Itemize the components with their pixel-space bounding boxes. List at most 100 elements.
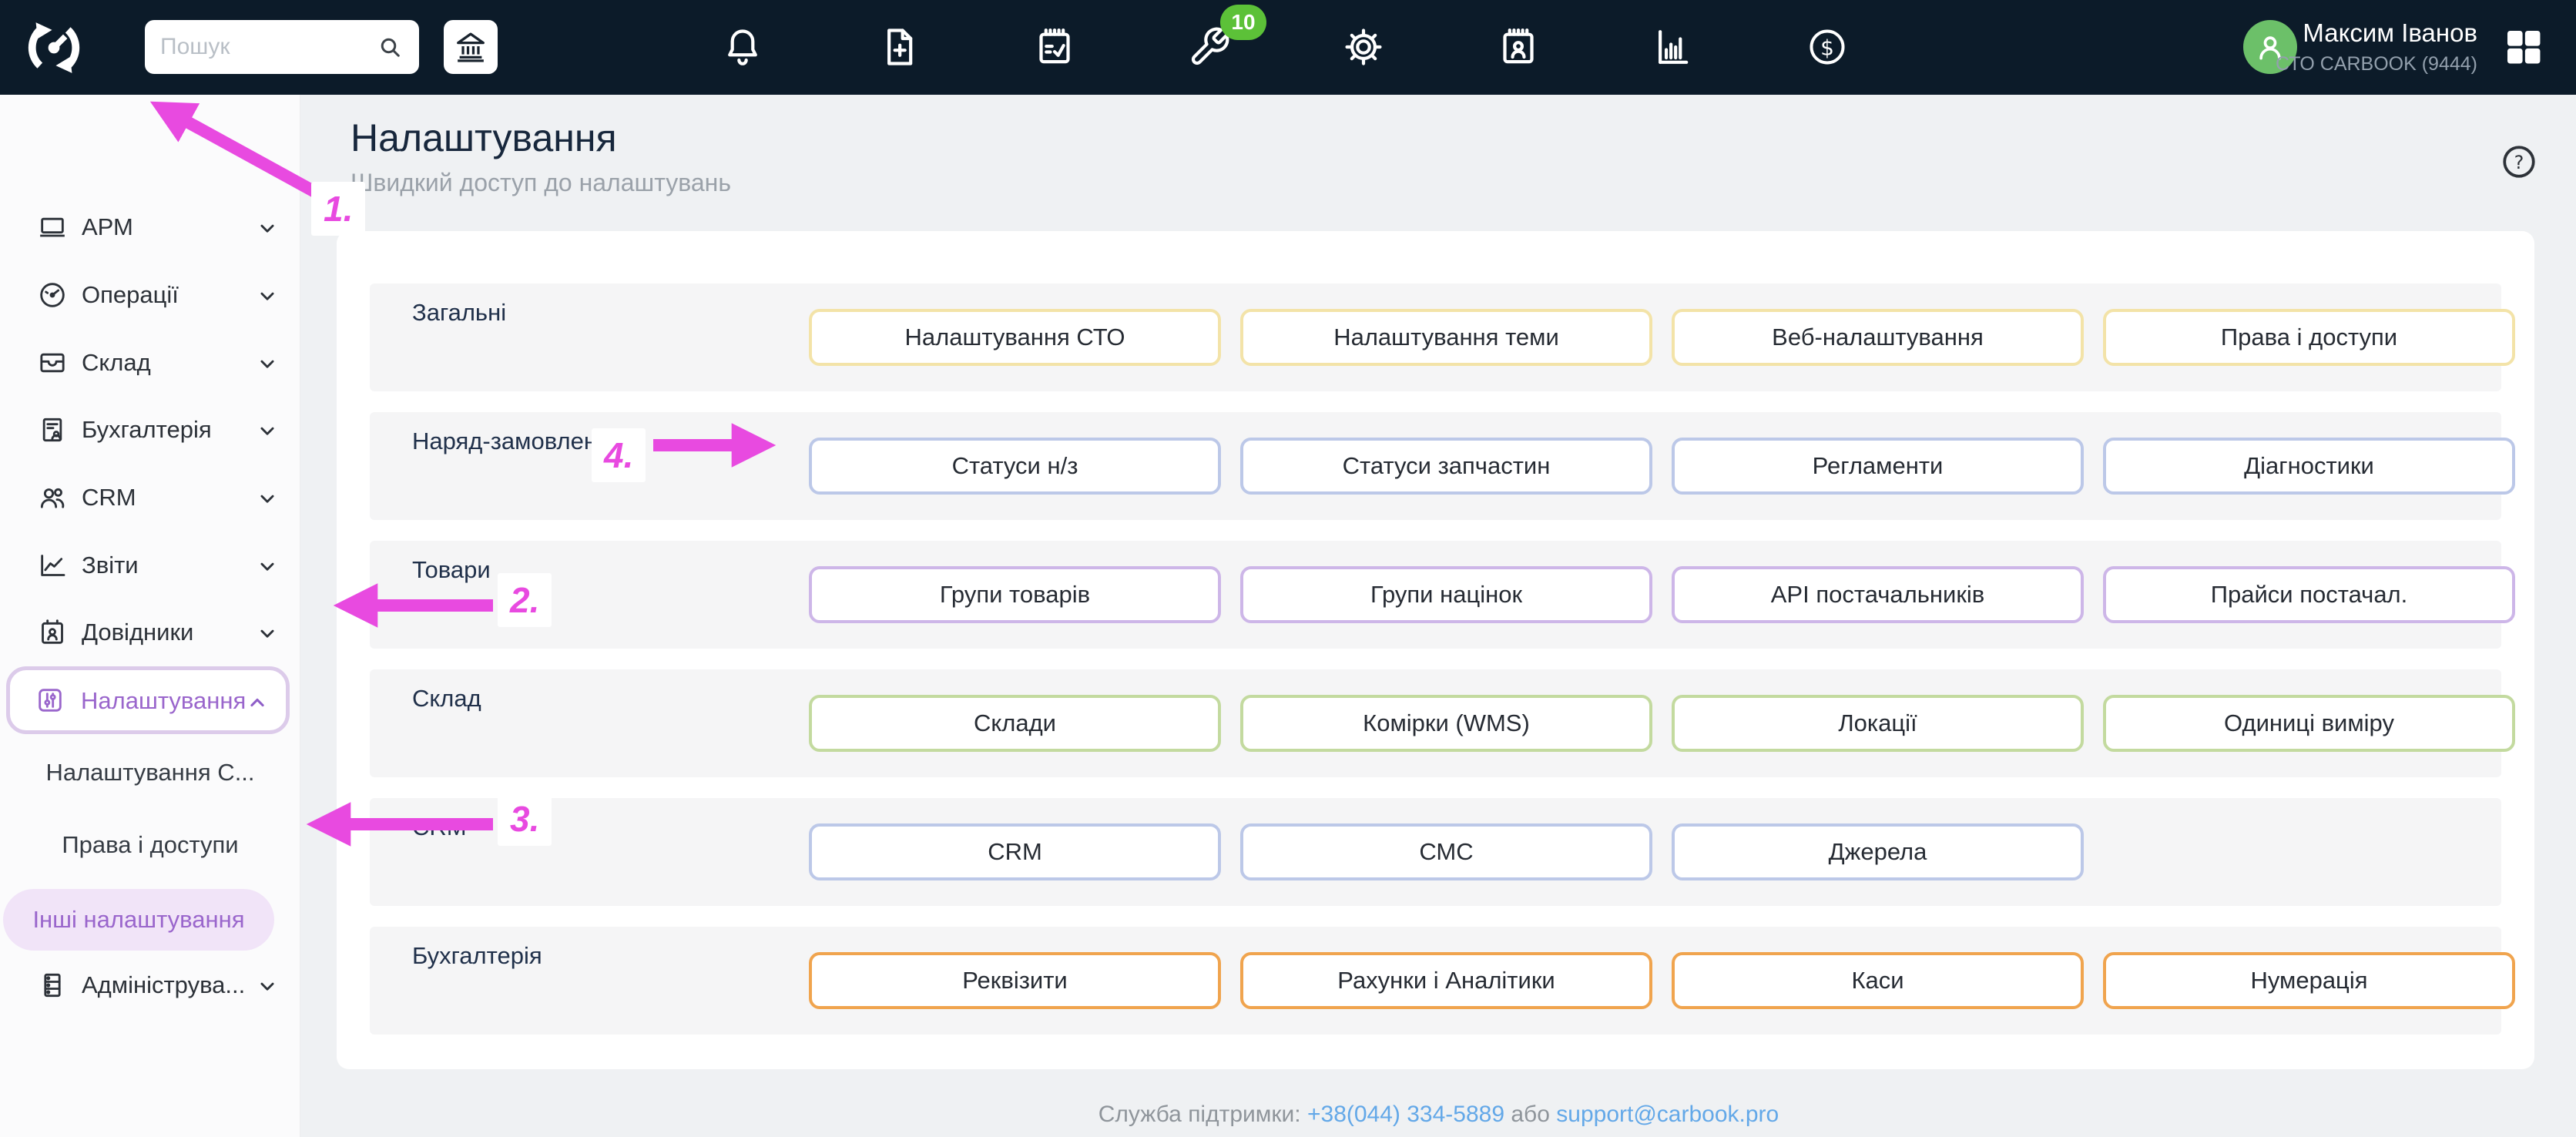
button-web-nalashtuvannya[interactable]: Веб-налаштування bbox=[1672, 309, 2084, 366]
section-work-orders: Наряд-замовлення Статуси н/з Статуси зап… bbox=[370, 412, 2515, 520]
button-dzherela[interactable]: Джерела bbox=[1672, 823, 2084, 880]
sidebar: АРМ Операції Склад Бухгалтерія CRM Звіти… bbox=[0, 95, 300, 1137]
section-label: Наряд-замовлення bbox=[412, 428, 623, 454]
finance-dollar-icon[interactable]: $ bbox=[1806, 25, 1849, 69]
sidebar-item-operations[interactable]: Операції bbox=[0, 270, 300, 320]
button-numeraciya[interactable]: Нумерація bbox=[2103, 952, 2515, 1009]
sidebar-item-accounting[interactable]: Бухгалтерія bbox=[0, 405, 300, 454]
sidebar-item-arm[interactable]: АРМ bbox=[0, 203, 300, 252]
svg-text:$: $ bbox=[1820, 35, 1834, 60]
sidebar-item-crm[interactable]: CRM bbox=[0, 473, 300, 522]
sidebar-item-administration[interactable]: Адмініструва... bbox=[0, 961, 300, 1010]
chevron-down-icon bbox=[254, 283, 280, 309]
support-conjunction: або bbox=[1511, 1102, 1550, 1127]
section-label: Склад bbox=[412, 685, 481, 712]
laptop-icon bbox=[37, 212, 68, 243]
sidebar-item-label: Операції bbox=[82, 281, 179, 308]
button-odynyci-vymiru[interactable]: Одиниці виміру bbox=[2103, 695, 2515, 752]
user-name: Максим Іванов bbox=[2303, 18, 2477, 47]
bank-button[interactable] bbox=[444, 20, 498, 74]
carbook-logo-icon[interactable] bbox=[22, 15, 86, 80]
button-sms[interactable]: СМС bbox=[1240, 823, 1652, 880]
button-statusy-zapchastyn[interactable]: Статуси запчастин bbox=[1240, 438, 1652, 495]
user-info[interactable]: Максим Іванов СТО CARBOOK (9444) bbox=[2276, 18, 2477, 75]
button-prava-i-dostupy[interactable]: Права і доступи bbox=[2103, 309, 2515, 366]
chevron-down-icon bbox=[254, 350, 280, 377]
search-icon[interactable] bbox=[376, 33, 404, 61]
user-organization: СТО CARBOOK (9444) bbox=[2276, 53, 2477, 75]
section-label: CRM bbox=[412, 813, 467, 840]
sidebar-item-label: Довідники bbox=[82, 619, 194, 646]
sidebar-item-label: Налаштування bbox=[81, 687, 247, 714]
button-grupy-tovariv[interactable]: Групи товарів bbox=[809, 566, 1221, 623]
search-input[interactable] bbox=[160, 34, 376, 60]
ledger-icon bbox=[37, 414, 68, 445]
sidebar-item-directories[interactable]: Довідники bbox=[0, 608, 300, 657]
button-crm[interactable]: CRM bbox=[809, 823, 1221, 880]
button-sklady[interactable]: Склади bbox=[809, 695, 1221, 752]
sidebar-item-label: Склад bbox=[82, 349, 151, 376]
button-nalashtuvannya-sto[interactable]: Налаштування СТО bbox=[809, 309, 1221, 366]
button-nalashtuvannya-temy[interactable]: Налаштування теми bbox=[1240, 309, 1652, 366]
sidebar-item-settings[interactable]: Налаштування bbox=[6, 666, 290, 734]
sidebar-subitem-other-settings[interactable]: Інші налаштування bbox=[3, 889, 274, 951]
chevron-down-icon bbox=[254, 553, 280, 579]
button-prajsy-postachal[interactable]: Прайси постачал. bbox=[2103, 566, 2515, 623]
section-accounting: Бухгалтерія Реквізити Рахунки і Аналітик… bbox=[370, 927, 2515, 1035]
button-grupy-nacinok[interactable]: Групи націнок bbox=[1240, 566, 1652, 623]
settings-gear-icon[interactable] bbox=[1342, 25, 1385, 69]
chevron-down-icon bbox=[254, 973, 280, 999]
directory-icon bbox=[37, 617, 68, 648]
help-icon[interactable]: ? bbox=[2500, 143, 2538, 181]
button-lokaciyi[interactable]: Локації bbox=[1672, 695, 2084, 752]
main-content: Налаштування Швидкий доступ до налаштува… bbox=[301, 95, 2576, 1137]
file-plus-icon[interactable] bbox=[877, 25, 921, 69]
support-phone-link[interactable]: +38(044) 334-5889 bbox=[1307, 1102, 1504, 1127]
button-reglamenty[interactable]: Регламенти bbox=[1672, 438, 2084, 495]
section-label: Загальні bbox=[412, 299, 507, 326]
sidebar-item-label: CRM bbox=[82, 484, 136, 511]
section-crm: CRM CRM СМС Джерела bbox=[370, 798, 2501, 906]
calendar-check-icon[interactable] bbox=[1033, 25, 1076, 69]
settings-card: Загальні Налаштування СТО Налаштування т… bbox=[337, 231, 2534, 1069]
support-email-link[interactable]: support@carbook.pro bbox=[1556, 1102, 1779, 1127]
bank-icon bbox=[457, 32, 485, 62]
chevron-down-icon bbox=[254, 620, 280, 646]
repairs-count-badge: 10 bbox=[1220, 5, 1266, 40]
inbox-icon bbox=[37, 347, 68, 378]
button-komirky-wms[interactable]: Комірки (WMS) bbox=[1240, 695, 1652, 752]
apps-grid-icon[interactable] bbox=[2502, 25, 2545, 69]
chevron-up-icon bbox=[244, 689, 270, 716]
section-label: Бухгалтерія bbox=[412, 942, 542, 969]
button-diagnostyky[interactable]: Діагностики bbox=[2103, 438, 2515, 495]
chevron-down-icon bbox=[254, 418, 280, 444]
svg-text:?: ? bbox=[2514, 152, 2524, 173]
sidebar-item-warehouse[interactable]: Склад bbox=[0, 338, 300, 387]
button-kasy[interactable]: Каси bbox=[1672, 952, 2084, 1009]
reports-bar-chart-icon[interactable] bbox=[1651, 25, 1694, 69]
support-label: Служба підтримки: bbox=[1098, 1102, 1301, 1127]
section-general: Загальні Налаштування СТО Налаштування т… bbox=[370, 283, 2515, 391]
section-label: Товари bbox=[412, 556, 491, 583]
page-title: Налаштування bbox=[351, 116, 617, 159]
chevron-down-icon bbox=[254, 215, 280, 241]
people-icon bbox=[37, 482, 68, 513]
sidebar-subitem-settings-sto[interactable]: Налаштування С... bbox=[0, 748, 300, 797]
button-rahunky-i-analityky[interactable]: Рахунки і Аналітики bbox=[1240, 952, 1652, 1009]
server-icon bbox=[37, 970, 68, 1001]
notifications-bell-icon[interactable] bbox=[721, 25, 764, 69]
section-goods: Товари Групи товарів Групи націнок API п… bbox=[370, 541, 2515, 649]
sidebar-item-label: Адмініструва... bbox=[82, 971, 246, 998]
button-statusy-nz[interactable]: Статуси н/з bbox=[809, 438, 1221, 495]
page-subtitle: Швидкий доступ до налаштувань bbox=[351, 169, 731, 196]
sidebar-subitem-rights-access[interactable]: Права і доступи bbox=[0, 820, 300, 870]
gauge-icon bbox=[37, 280, 68, 310]
global-search bbox=[145, 20, 419, 74]
sliders-icon bbox=[35, 685, 65, 716]
button-rekvizyty[interactable]: Реквізити bbox=[809, 952, 1221, 1009]
clients-book-icon[interactable] bbox=[1497, 25, 1540, 69]
sidebar-item-label: АРМ bbox=[82, 213, 133, 240]
sidebar-item-reports[interactable]: Звіти bbox=[0, 541, 300, 590]
chevron-down-icon bbox=[254, 485, 280, 511]
button-api-postachalnykiv[interactable]: API постачальників bbox=[1672, 566, 2084, 623]
